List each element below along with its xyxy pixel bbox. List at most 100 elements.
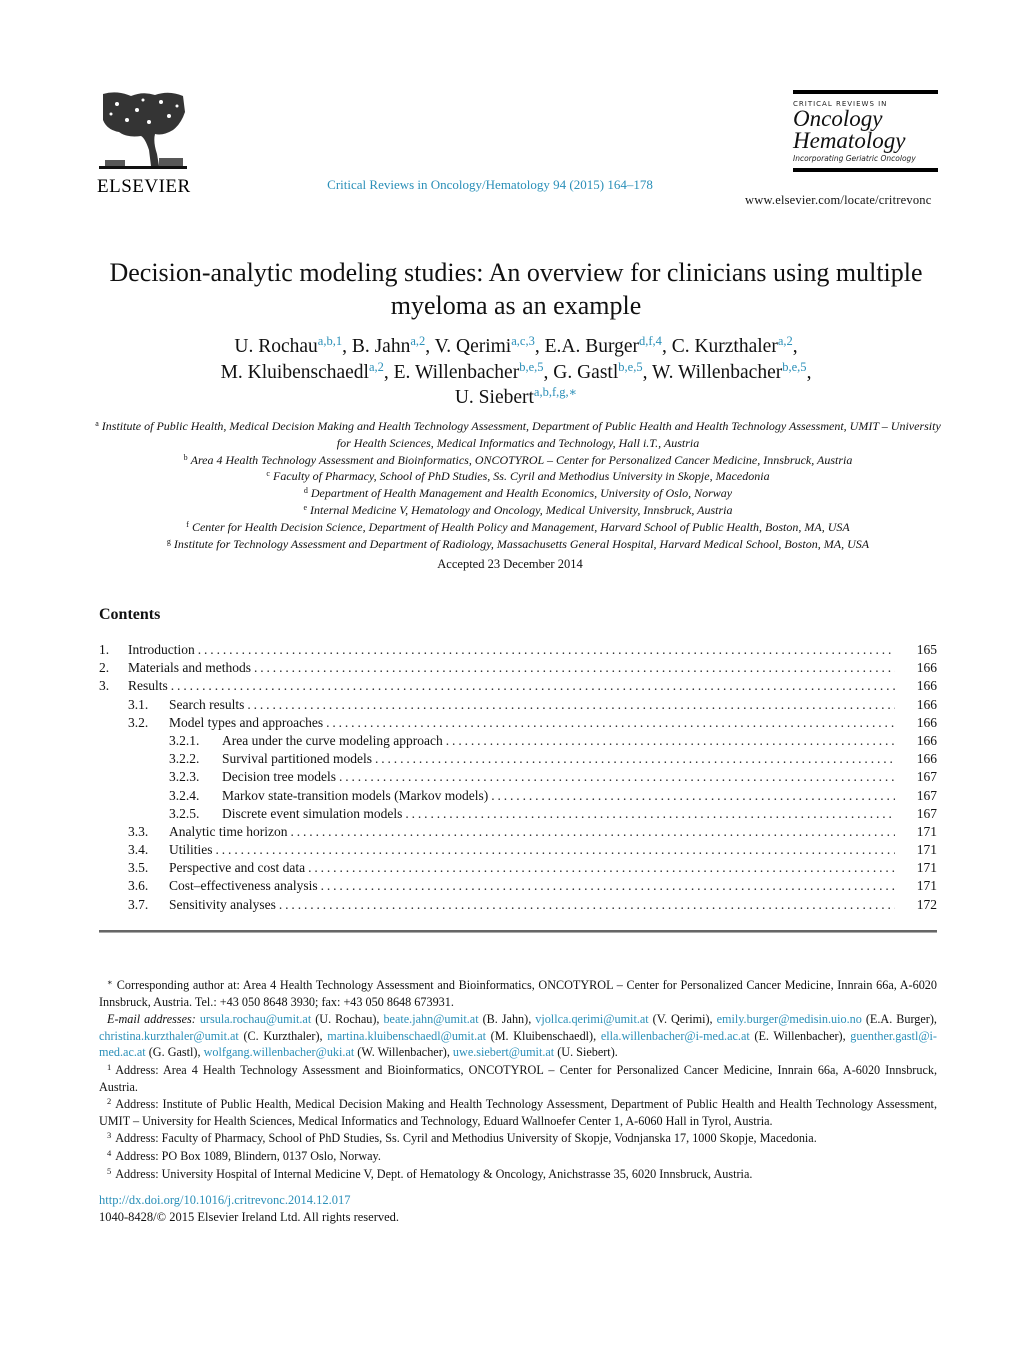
- email-link[interactable]: ursula.rochau@umit.at: [200, 1012, 311, 1026]
- toc-entry[interactable]: Perspective and cost data...............…: [169, 859, 895, 878]
- address-text: Address: Institute of Public Health, Med…: [99, 1097, 937, 1128]
- toc-row[interactable]: 3.6. Cost–effectiveness analysis.........…: [99, 877, 937, 896]
- toc-title[interactable]: Cost–effectiveness analysis: [169, 877, 321, 896]
- toc-entry[interactable]: Search results..........................…: [169, 695, 895, 714]
- author-affiliation-marks[interactable]: a,2: [778, 334, 793, 348]
- author-name[interactable]: W. Willenbacher: [652, 362, 782, 383]
- elsevier-tree-icon: [99, 92, 187, 169]
- email-addresses: E-mail addresses: ursula.rochau@umit.at …: [99, 1011, 937, 1061]
- address-footnote: 2 Address: Institute of Public Health, Me…: [99, 1096, 937, 1129]
- address-text: Address: Area 4 Health Technology Assess…: [99, 1062, 937, 1094]
- author-affiliation-marks[interactable]: a,b,f,g,∗: [534, 385, 577, 399]
- email-owner: (G. Gastl),: [145, 1045, 204, 1060]
- toc-row[interactable]: 3.5. Perspective and cost data...........…: [99, 859, 937, 878]
- toc-row[interactable]: 3.2.5. Discrete event simulation models..…: [99, 804, 937, 823]
- journal-reference-link[interactable]: Critical Reviews in Oncology/Hematology …: [0, 177, 980, 193]
- toc-entry[interactable]: Results.................................…: [128, 677, 895, 696]
- toc-title[interactable]: Utilities: [169, 841, 216, 860]
- toc-row[interactable]: 3.2.2. Survival partitioned models.......…: [99, 750, 937, 769]
- journal-cover-logo[interactable]: CRITICAL REVIEWS IN Oncology Hematology …: [793, 90, 938, 172]
- toc-entry[interactable]: Materials and methods...................…: [128, 659, 895, 678]
- author-affiliation-marks[interactable]: a,2: [410, 334, 425, 348]
- toc-number: 3.: [99, 678, 110, 694]
- author-name[interactable]: E. Willenbacher: [394, 362, 520, 383]
- toc-entry[interactable]: Analytic time horizon...................…: [169, 822, 895, 842]
- email-owner: (U. Siebert).: [554, 1045, 618, 1060]
- author-name[interactable]: E.A. Burger: [545, 336, 639, 357]
- toc-title[interactable]: Decision tree models: [222, 768, 339, 787]
- toc-title[interactable]: Introduction: [128, 641, 198, 660]
- toc-entry[interactable]: Area under the curve modeling approach..…: [222, 731, 895, 751]
- author-affiliation-marks[interactable]: a,2: [369, 360, 384, 374]
- toc-title[interactable]: Model types and approaches: [169, 713, 327, 732]
- toc-title[interactable]: Perspective and cost data: [169, 859, 309, 878]
- affiliation-text: Center for Health Decision Science, Depa…: [191, 519, 850, 534]
- author-name[interactable]: B. Jahn: [352, 336, 411, 357]
- toc-entry[interactable]: Discrete event simulation models........…: [222, 804, 895, 823]
- toc-title[interactable]: Analytic time horizon: [169, 822, 291, 842]
- toc-row[interactable]: 3.2.1. Area under the curve modeling appr…: [99, 731, 937, 751]
- author-affiliation-marks[interactable]: b,e,5: [782, 360, 806, 374]
- toc-row[interactable]: 3.1. Search results......................…: [99, 695, 937, 714]
- toc-number: 3.7.: [128, 896, 149, 912]
- toc-entry[interactable]: Utilities...............................…: [169, 841, 895, 860]
- toc-title[interactable]: Discrete event simulation models: [222, 804, 406, 823]
- toc-entry[interactable]: Sensitivity analyses....................…: [169, 895, 895, 914]
- toc-entry[interactable]: Survival partitioned models.............…: [222, 750, 895, 769]
- toc-page-number: 167: [916, 787, 937, 803]
- email-link[interactable]: uwe.siebert@umit.at: [453, 1045, 554, 1059]
- author-name[interactable]: U. Rochau: [234, 336, 317, 357]
- toc-entry[interactable]: Cost–effectiveness analysis.............…: [169, 877, 895, 896]
- journal-url-link[interactable]: www.elsevier.com/locate/critrevonc: [745, 193, 931, 208]
- email-link[interactable]: vjollca.qerimi@umit.at: [535, 1012, 648, 1026]
- toc-row[interactable]: 3.2.4. Markov state-transition models (Ma…: [99, 786, 937, 805]
- toc-row[interactable]: 3.2. Model types and approaches..........…: [99, 713, 937, 732]
- toc-entry[interactable]: Markov state-transition models (Markov m…: [222, 786, 895, 805]
- toc-title[interactable]: Area under the curve modeling approach: [222, 731, 446, 751]
- author-separator: ,: [661, 336, 672, 357]
- author-name[interactable]: G. Gastl: [553, 362, 618, 383]
- toc-row[interactable]: 2. Materials and methods.................…: [99, 659, 937, 678]
- email-link[interactable]: martina.kluibenschaedl@umit.at: [327, 1029, 486, 1043]
- toc-title[interactable]: Results: [128, 677, 171, 696]
- author-name[interactable]: M. Kluibenschaedl: [221, 362, 369, 383]
- toc-row[interactable]: 3.3. Analytic time horizon...............…: [99, 822, 937, 842]
- author-affiliation-marks[interactable]: b,e,5: [519, 360, 543, 374]
- toc-row[interactable]: 3. Results...............................…: [99, 677, 937, 696]
- author-affiliation-marks[interactable]: b,e,5: [618, 360, 642, 374]
- toc-row[interactable]: 3.7. Sensitivity analyses................…: [99, 895, 937, 914]
- email-owner: (E. Willenbacher),: [749, 1028, 851, 1043]
- author-name[interactable]: C. Kurzthaler: [672, 336, 778, 357]
- email-link[interactable]: emily.burger@medisin.uio.no: [717, 1012, 862, 1026]
- toc-number: 3.2.: [128, 714, 149, 730]
- email-owner: (E.A. Burger),: [861, 1012, 937, 1027]
- toc-title[interactable]: Markov state-transition models (Markov m…: [222, 786, 492, 805]
- toc-title[interactable]: Search results: [169, 695, 248, 714]
- author-list: U. Rochaua,b,1, B. Jahna,2, V. Qerimia,c…: [100, 334, 932, 411]
- toc-row[interactable]: 3.2.3. Decision tree models..............…: [99, 768, 937, 787]
- doi-link[interactable]: http://dx.doi.org/10.1016/j.critrevonc.2…: [99, 1193, 350, 1208]
- toc-title[interactable]: Sensitivity analyses: [169, 895, 279, 914]
- email-link[interactable]: wolfgang.willenbacher@uki.at: [204, 1045, 355, 1059]
- toc-title[interactable]: Survival partitioned models: [222, 750, 375, 769]
- toc-page-number: 165: [916, 642, 937, 657]
- toc-entry[interactable]: Decision tree models....................…: [222, 768, 895, 787]
- email-link[interactable]: ella.willenbacher@i-med.ac.at: [601, 1029, 750, 1043]
- author-name[interactable]: U. Siebert: [455, 387, 534, 408]
- author-affiliation-marks[interactable]: a,c,3: [511, 334, 535, 348]
- toc-entry[interactable]: Introduction............................…: [128, 641, 895, 660]
- author-affiliation-marks[interactable]: a,b,1: [318, 334, 342, 348]
- toc-row[interactable]: 3.4. Utilities...........................…: [99, 841, 937, 860]
- email-owner: (C. Kurzthaler),: [238, 1028, 328, 1043]
- author-affiliation-marks[interactable]: d,f,4: [639, 334, 662, 348]
- author-name[interactable]: V. Qerimi: [435, 336, 512, 357]
- email-link[interactable]: beate.jahn@umit.at: [383, 1012, 478, 1026]
- toc-row[interactable]: 1. Introduction..........................…: [99, 641, 937, 660]
- toc-entry[interactable]: Model types and approaches..............…: [169, 713, 895, 732]
- toc-page-number: 166: [916, 678, 937, 694]
- author-separator: ,: [806, 361, 812, 383]
- toc-title[interactable]: Materials and methods: [128, 659, 254, 678]
- email-link[interactable]: christina.kurzthaler@umit.at: [99, 1029, 239, 1043]
- author-separator: ,: [642, 361, 652, 383]
- affiliation-item: a Institute of Public Health, Medical Dec…: [95, 418, 941, 452]
